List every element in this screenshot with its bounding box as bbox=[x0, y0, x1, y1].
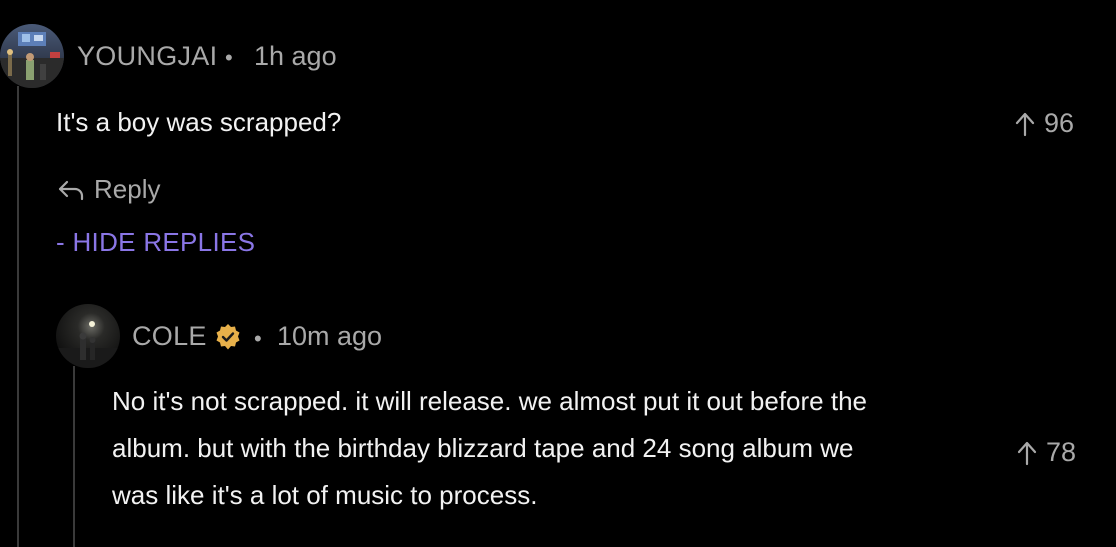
reply-timestamp: 10m ago bbox=[277, 321, 383, 351]
arrow-up-icon bbox=[1015, 112, 1035, 136]
reply-arrow-icon bbox=[58, 180, 84, 200]
reply-body-line: album. but with the birthday blizzard ta… bbox=[112, 433, 854, 463]
separator-dot: • bbox=[254, 326, 262, 351]
reply-body-line: was like it's a lot of music to process. bbox=[112, 480, 538, 510]
comment-thread-line bbox=[17, 86, 19, 547]
reply-button-label: Reply bbox=[94, 174, 161, 204]
avatar-image bbox=[0, 24, 64, 88]
hide-replies-link[interactable]: - HIDE REPLIES bbox=[56, 227, 255, 258]
comment-body: It's a boy was scrapped? bbox=[56, 107, 342, 137]
reply-upvote-count: 78 bbox=[1046, 437, 1077, 467]
reply-button[interactable]: Reply bbox=[58, 174, 160, 205]
avatar[interactable] bbox=[56, 304, 120, 368]
comment-upvote-count: 96 bbox=[1044, 108, 1075, 138]
avatar[interactable] bbox=[0, 24, 64, 88]
comment-upvote[interactable]: 96 bbox=[1014, 108, 1074, 139]
reply-username[interactable]: COLE bbox=[132, 321, 207, 352]
avatar-image bbox=[56, 304, 120, 368]
comment-username[interactable]: YOUNGJAI bbox=[77, 41, 217, 72]
comment-timestamp: 1h ago bbox=[254, 41, 337, 71]
reply-body-line: No it's not scrapped. it will release. w… bbox=[112, 386, 868, 416]
verified-badge-icon bbox=[216, 324, 240, 350]
reply-thread-line bbox=[73, 366, 75, 547]
arrow-up-icon bbox=[1017, 441, 1037, 465]
reply-upvote[interactable]: 78 bbox=[1016, 437, 1076, 468]
separator-dot: • bbox=[225, 45, 233, 70]
